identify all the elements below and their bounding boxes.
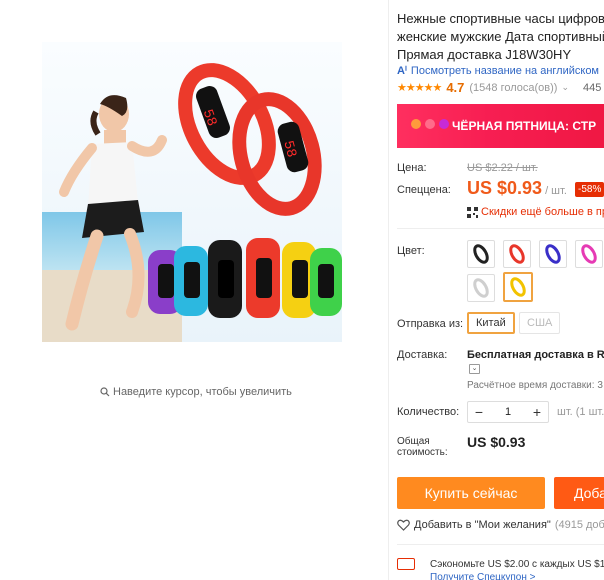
delivery-label: Доставка:: [397, 349, 448, 361]
zoom-hint: Наведите курсор, чтобы увеличить: [100, 386, 292, 398]
zoom-hint-text: Наведите курсор, чтобы увеличить: [113, 386, 292, 398]
quantity-unit: шт. (1 шт.: [557, 406, 604, 418]
color-swatch-yellow[interactable]: [503, 272, 533, 302]
total-value: US $0.93: [467, 434, 526, 450]
coupon-link[interactable]: Скидки ещё больше в при: [467, 206, 604, 218]
rating-row: ★★★★★ 4.7 (1548 голоса(ов)) ⌄ 445: [397, 80, 601, 95]
translate-link-text[interactable]: Посмотреть название на английском: [411, 65, 599, 77]
sale-price-label: Спеццена:: [397, 184, 451, 196]
magnifier-icon: [100, 387, 110, 397]
qr-code-icon: [467, 206, 478, 218]
banner-dots-icon: [411, 119, 449, 129]
banner-text: ЧЁРНАЯ ПЯТНИЦА: СТР: [452, 119, 597, 133]
delivery-value: Бесплатная доставка в Rus: [467, 349, 604, 361]
promo-text: Сэкономьте US $2.00 с каждых US $1: [430, 559, 604, 570]
buy-now-button[interactable]: Купить сейчас: [397, 477, 545, 509]
product-title: Нежные спортивные часы цифрово женские м…: [397, 10, 604, 64]
wishlist-text[interactable]: Добавить в "Мои желания": [414, 519, 551, 531]
panel-divider: [388, 0, 389, 580]
product-title-line: женские мужские Дата спортивный: [397, 29, 604, 44]
ship-from-label: Отправка из:: [397, 318, 464, 330]
product-title-line: Нежные спортивные часы цифрово: [397, 11, 604, 26]
translate-title-link[interactable]: A͏ⁱ Посмотреть название на английском: [397, 64, 599, 78]
quantity-decrease-button[interactable]: −: [468, 402, 490, 422]
total-label: Общая стоимость:: [397, 436, 448, 458]
color-swatch-pink[interactable]: [575, 240, 603, 268]
coupon-text[interactable]: Скидки ещё больше в при: [481, 206, 604, 218]
sale-price-amount: US $0.93: [467, 178, 543, 198]
product-photo: 58 58: [42, 42, 342, 342]
old-price: US $2.22 / шт.: [467, 162, 538, 174]
divider: [397, 544, 604, 545]
chevron-down-icon[interactable]: ⌄: [561, 82, 569, 93]
product-gallery: 58 58 Наведите курсор, чтобы увеличить: [0, 0, 388, 580]
divider: [397, 228, 604, 229]
add-to-cart-button[interactable]: Доба: [554, 477, 604, 509]
rating-count[interactable]: (1548 голоса(ов)): [469, 82, 557, 94]
color-swatch-red[interactable]: [503, 240, 531, 268]
quantity-label: Количество:: [397, 406, 460, 418]
rating-stars-icon: ★★★★★: [397, 82, 442, 94]
get-coupon-link[interactable]: Получите Спецкупон >: [430, 572, 536, 580]
color-swatch-white[interactable]: [467, 274, 495, 302]
sale-price-unit: / шт.: [545, 185, 567, 197]
delivery-time: Расчётное время доставки: 3: [467, 380, 603, 391]
add-to-wishlist-link[interactable]: Добавить в "Мои желания" (4915 доба: [397, 519, 604, 531]
quantity-increase-button[interactable]: +: [526, 402, 548, 422]
coupon-icon: [397, 558, 415, 570]
product-main-image[interactable]: 58 58: [42, 42, 342, 342]
black-friday-banner[interactable]: ЧЁРНАЯ ПЯТНИЦА: СТР: [397, 104, 604, 148]
rating-value: 4.7: [446, 80, 465, 95]
color-swatch-black[interactable]: [467, 240, 495, 268]
quantity-input[interactable]: 1: [490, 406, 526, 418]
wishlist-count: (4915 доба: [554, 519, 604, 531]
sale-price: US $0.93 / шт.: [467, 178, 567, 199]
price-label: Цена:: [397, 162, 427, 174]
chevron-down-icon[interactable]: ⌄: [469, 364, 480, 374]
ship-from-usa-button[interactable]: США: [519, 312, 561, 334]
orders-count: 445: [583, 81, 602, 94]
discount-badge: -58%: [575, 182, 604, 197]
color-swatch-blue[interactable]: [539, 240, 567, 268]
color-label: Цвет:: [397, 245, 425, 257]
product-title-line: Прямая доставка J18W30HY: [397, 47, 572, 62]
heart-icon: [397, 519, 410, 531]
ship-from-china-button[interactable]: Китай: [467, 312, 515, 334]
quantity-stepper: − 1 +: [467, 401, 549, 423]
product-info-panel: Нежные спортивные часы цифрово женские м…: [397, 0, 604, 580]
translate-icon: A͏ⁱ: [397, 65, 407, 77]
